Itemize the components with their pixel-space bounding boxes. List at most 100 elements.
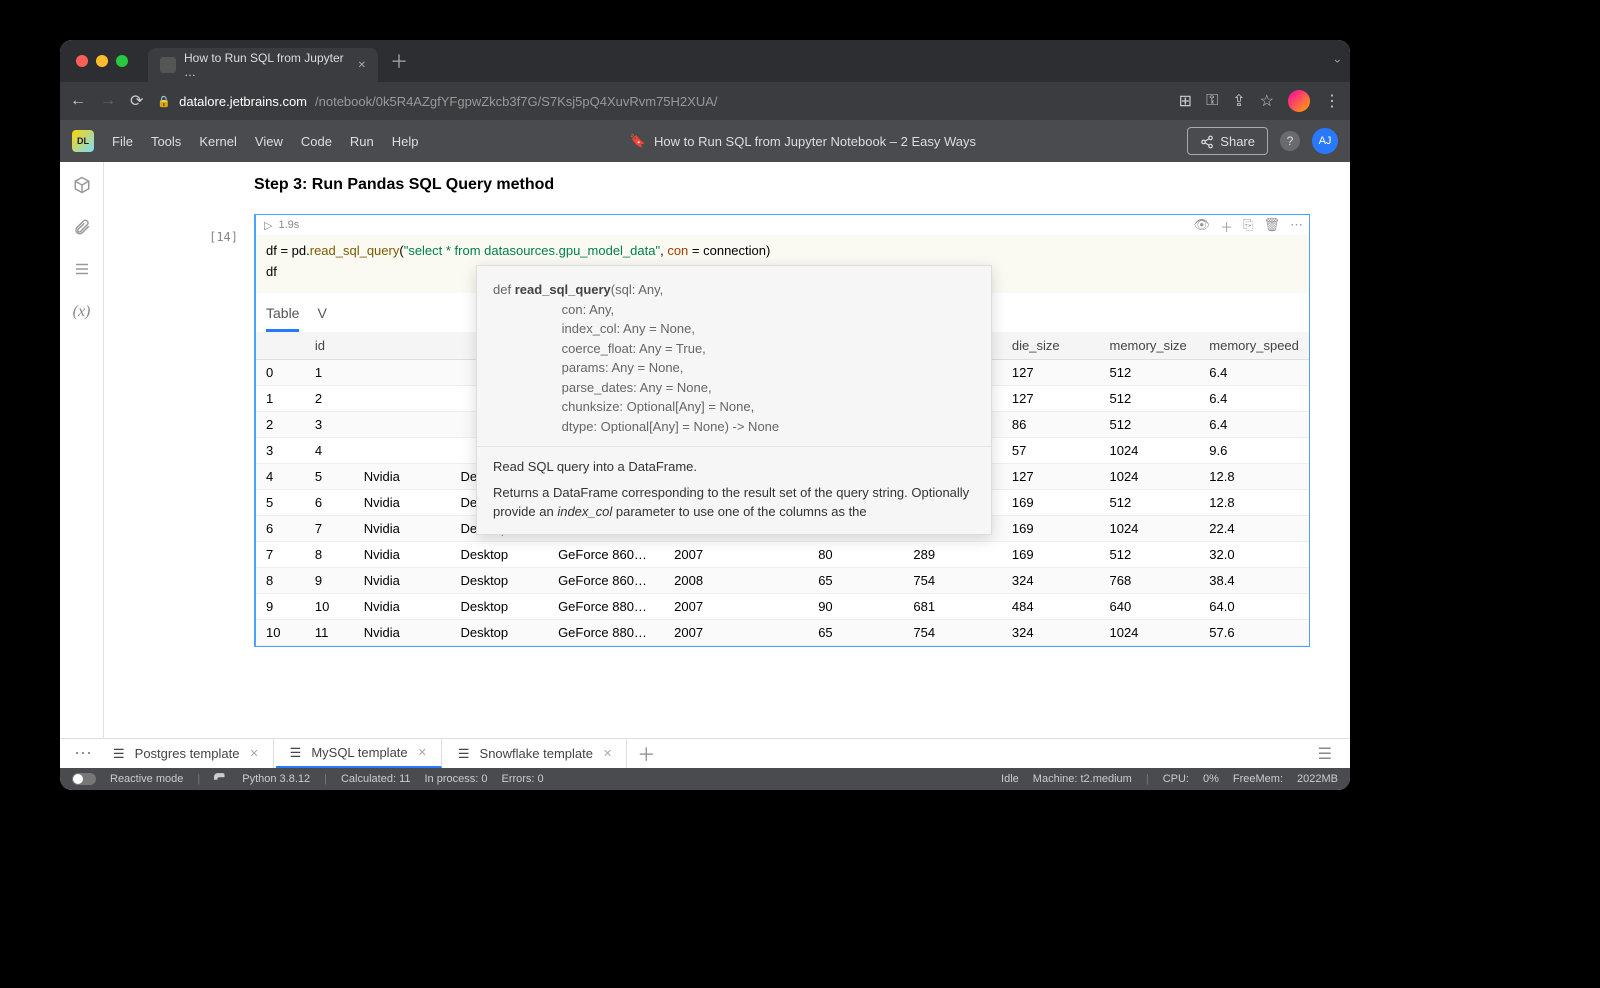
menu-help[interactable]: Help bbox=[392, 134, 419, 149]
reactive-mode-label: Reactive mode bbox=[110, 773, 183, 785]
delete-cell-icon[interactable]: 🗑 bbox=[1263, 217, 1280, 236]
table-cell: GeForce 860… bbox=[548, 568, 664, 594]
menu-view[interactable]: View bbox=[255, 134, 283, 149]
close-tab-icon[interactable]: ✕ bbox=[249, 747, 258, 760]
column-header[interactable]: memory_speed bbox=[1199, 332, 1309, 360]
status-bar: Reactive mode | Python 3.8.12 | Calculat… bbox=[60, 768, 1350, 790]
url-path: /notebook/0k5R4AZgfYFgpwZkcb3f7G/S7Ksj5p… bbox=[315, 94, 717, 109]
close-tab-icon[interactable]: ✕ bbox=[418, 746, 427, 759]
notebook-tab-postgres[interactable]: ☰ Postgres template ✕ bbox=[99, 739, 274, 768]
column-header[interactable]: die_size bbox=[1002, 332, 1100, 360]
duplicate-cell-icon[interactable]: ⎘ bbox=[1243, 217, 1253, 236]
table-cell: 6.4 bbox=[1199, 386, 1309, 412]
table-cell: 1024 bbox=[1099, 620, 1199, 646]
table-cell: 65 bbox=[808, 568, 903, 594]
browser-window: How to Run SQL from Jupyter … ✕ ＋ › ← → … bbox=[60, 40, 1350, 790]
help-button[interactable]: ? bbox=[1280, 131, 1300, 151]
new-tab-button[interactable]: ＋ bbox=[390, 48, 408, 74]
reload-button[interactable]: ⟳ bbox=[130, 91, 143, 111]
close-tab-icon[interactable]: ✕ bbox=[603, 747, 612, 760]
rail-collapse-icon[interactable]: ⋯ bbox=[74, 743, 93, 764]
column-header[interactable] bbox=[354, 332, 451, 360]
table-cell: 127 bbox=[1002, 360, 1100, 386]
menu-tools[interactable]: Tools bbox=[151, 134, 181, 149]
table-cell: 512 bbox=[1099, 412, 1199, 438]
cube-icon[interactable] bbox=[73, 176, 91, 194]
column-header[interactable]: id bbox=[305, 332, 354, 360]
table-row[interactable]: 910NvidiaDesktopGeForce 880…200790681484… bbox=[256, 594, 1309, 620]
share-page-icon[interactable]: ⇪ bbox=[1232, 91, 1245, 111]
add-cell-icon[interactable]: ＋ bbox=[1220, 217, 1233, 236]
output-tab-table[interactable]: Table bbox=[266, 305, 299, 332]
menu-file[interactable]: File bbox=[112, 134, 133, 149]
minimize-window-button[interactable] bbox=[96, 55, 108, 67]
share-button[interactable]: Share bbox=[1187, 127, 1268, 155]
tab-overflow-button[interactable]: › bbox=[1331, 59, 1345, 63]
table-cell: 2007 bbox=[664, 620, 760, 646]
visibility-icon[interactable]: 👁 bbox=[1194, 217, 1211, 236]
table-cell: 3 bbox=[256, 438, 305, 464]
url-input[interactable]: 🔒 datalore.jetbrains.com/notebook/0k5R4A… bbox=[157, 94, 1164, 109]
datalore-logo[interactable]: DL bbox=[72, 130, 94, 152]
password-key-icon[interactable]: ⚿ bbox=[1206, 92, 1218, 110]
maximize-window-button[interactable] bbox=[116, 55, 128, 67]
attachment-icon[interactable] bbox=[73, 218, 91, 236]
notebook-tab-mysql[interactable]: ☰ MySQL template ✕ bbox=[276, 739, 442, 768]
table-cell: 289 bbox=[903, 542, 1002, 568]
table-cell: 57 bbox=[1002, 438, 1100, 464]
browser-tab-strip: How to Run SQL from Jupyter … ✕ ＋ › bbox=[60, 40, 1350, 82]
table-cell: 7 bbox=[256, 542, 305, 568]
table-cell: 754 bbox=[903, 568, 1002, 594]
tab-menu-icon[interactable]: ☰ bbox=[1318, 744, 1332, 764]
notebook-tab-snowflake[interactable]: ☰ Snowflake template ✕ bbox=[444, 739, 627, 768]
menu-kernel[interactable]: Kernel bbox=[199, 134, 237, 149]
url-host: datalore.jetbrains.com bbox=[179, 94, 307, 109]
table-cell: 169 bbox=[1002, 516, 1100, 542]
reactive-mode-toggle[interactable] bbox=[72, 773, 96, 785]
table-cell: 80 bbox=[808, 542, 903, 568]
variables-icon[interactable]: (x) bbox=[73, 303, 91, 321]
cell-prompt: [14] bbox=[104, 214, 254, 647]
table-cell: 12.8 bbox=[1199, 490, 1309, 516]
table-row[interactable]: 89NvidiaDesktopGeForce 860…2008657543247… bbox=[256, 568, 1309, 594]
cell-more-icon[interactable]: ⋯ bbox=[1290, 217, 1303, 236]
user-avatar[interactable]: AJ bbox=[1312, 128, 1338, 154]
add-notebook-tab-button[interactable]: ＋ bbox=[637, 741, 655, 767]
code-cell[interactable]: ▷ 1.9s 👁 ＋ ⎘ 🗑 ⋯ df = pd.read_sql_query(… bbox=[254, 214, 1310, 647]
traffic-lights bbox=[76, 55, 128, 67]
table-cell: 32.0 bbox=[1199, 542, 1309, 568]
back-button[interactable]: ← bbox=[70, 92, 86, 110]
bookmark-star-icon[interactable]: ☆ bbox=[1260, 91, 1274, 111]
run-cell-icon[interactable]: ▷ bbox=[264, 219, 272, 232]
table-cell: 8 bbox=[256, 568, 305, 594]
forward-button[interactable]: → bbox=[100, 92, 116, 110]
errors-status: Errors: 0 bbox=[501, 773, 543, 785]
column-header[interactable] bbox=[256, 332, 305, 360]
table-cell: 324 bbox=[1002, 568, 1100, 594]
outline-icon[interactable] bbox=[73, 260, 91, 278]
table-cell: Nvidia bbox=[354, 516, 451, 542]
table-cell: 324 bbox=[1002, 620, 1100, 646]
table-cell: 169 bbox=[1002, 490, 1100, 516]
python-icon bbox=[214, 772, 228, 786]
browser-menu-button[interactable]: ⋮ bbox=[1324, 91, 1340, 111]
menu-run[interactable]: Run bbox=[350, 134, 374, 149]
close-window-button[interactable] bbox=[76, 55, 88, 67]
table-cell: 1024 bbox=[1099, 438, 1199, 464]
column-header[interactable]: memory_size bbox=[1099, 332, 1199, 360]
table-row[interactable]: 78NvidiaDesktopGeForce 860…2007802891695… bbox=[256, 542, 1309, 568]
table-row[interactable]: 1011NvidiaDesktopGeForce 880…20076575432… bbox=[256, 620, 1309, 646]
profile-avatar[interactable] bbox=[1288, 90, 1310, 112]
menu-code[interactable]: Code bbox=[301, 134, 332, 149]
mem-label: FreeMem: bbox=[1233, 773, 1283, 785]
output-tab-other[interactable]: V bbox=[317, 305, 326, 332]
table-cell: 6.4 bbox=[1199, 360, 1309, 386]
browser-tab[interactable]: How to Run SQL from Jupyter … ✕ bbox=[148, 48, 378, 82]
install-app-icon[interactable]: ⊞ bbox=[1179, 91, 1192, 111]
table-cell bbox=[760, 568, 808, 594]
table-cell: 9 bbox=[305, 568, 354, 594]
list-icon: ☰ bbox=[113, 746, 125, 762]
close-tab-button[interactable]: ✕ bbox=[358, 60, 366, 71]
notebook-tab-bar: ⋯ ☰ Postgres template ✕ ☰ MySQL template… bbox=[60, 738, 1350, 768]
bookmark-doc-icon[interactable]: 🔖 bbox=[630, 133, 646, 149]
